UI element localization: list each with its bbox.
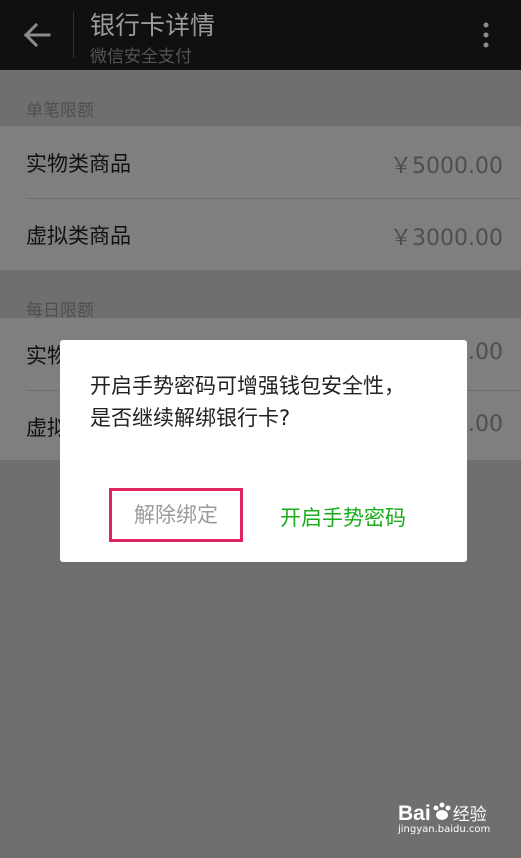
- dialog-message: 开启手势密码可增强钱包安全性，是否继续解绑银行卡?: [90, 374, 405, 430]
- list-item: 虚拟类商品 ￥3000.00: [0, 198, 521, 270]
- watermark-suffix: 经验: [452, 805, 487, 825]
- more-vertical-icon[interactable]: [478, 20, 494, 50]
- watermark-site: jingyan.baidu.com: [398, 824, 491, 835]
- baidu-jingyan-watermark: Bai 经验 jingyan.baidu.com: [398, 800, 490, 835]
- item-label: 虚拟类商品: [26, 224, 131, 248]
- back-arrow-icon[interactable]: [22, 20, 52, 50]
- item-value: ￥3000.00: [390, 226, 503, 251]
- row-divider: [26, 198, 521, 199]
- confirm-dialog: 开启手势密码可增强钱包安全性，是否继续解绑银行卡? 解除绑定 开启手势密码: [60, 340, 467, 562]
- watermark-brand: Bai: [398, 802, 431, 825]
- item-label: 实物类商品: [26, 152, 131, 176]
- page-subtitle: 微信安全支付: [90, 47, 192, 67]
- header-divider: [73, 12, 74, 58]
- single-limit-header: 单笔限额: [0, 70, 521, 126]
- section-title: 单笔限额: [26, 101, 94, 121]
- page-title: 银行卡详情: [90, 11, 216, 40]
- item-value: .00: [468, 412, 503, 437]
- item-value: .00: [468, 340, 503, 365]
- unbind-button[interactable]: 解除绑定: [109, 488, 243, 542]
- single-limit-list: 实物类商品 ￥5000.00 虚拟类商品 ￥3000.00: [0, 126, 521, 270]
- item-value: ￥5000.00: [390, 154, 503, 179]
- list-item: 实物类商品 ￥5000.00: [0, 126, 521, 198]
- enable-gesture-password-button[interactable]: 开启手势密码: [280, 502, 406, 532]
- app-header: 银行卡详情 微信安全支付: [0, 0, 521, 70]
- paw-icon: [433, 802, 451, 820]
